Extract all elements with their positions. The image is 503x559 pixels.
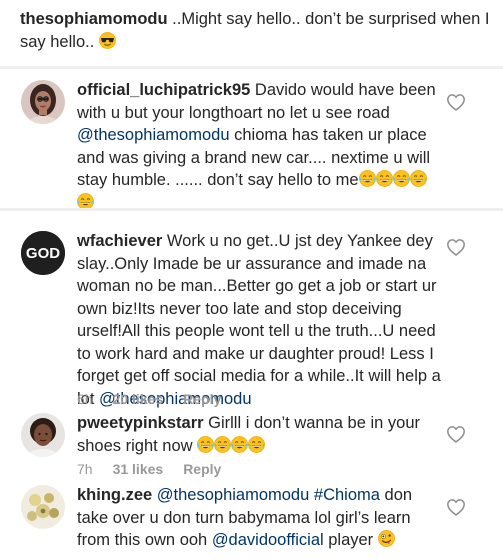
comment-time: 7h <box>77 461 93 477</box>
tears-of-joy-emoji-icon <box>375 170 393 187</box>
comment-item: pweetypinkstarr Girlll i don’t wanna be … <box>0 405 503 479</box>
comment-meta: 7h 31 likes Reply <box>77 461 241 477</box>
avatar[interactable] <box>21 413 65 457</box>
mention-link[interactable]: @thesophiamomodu <box>157 486 310 504</box>
svg-text:GOD: GOD <box>26 245 60 262</box>
comment-username[interactable]: official_luchipatrick95 <box>77 81 250 99</box>
avatar[interactable]: GOD <box>21 231 65 275</box>
tears-of-joy-emoji-icon <box>77 192 94 210</box>
comment-username[interactable]: wfachiever <box>77 232 162 250</box>
hashtag-link[interactable]: #Chioma <box>314 486 380 504</box>
mention-link[interactable]: @davidoofficial <box>212 531 324 549</box>
mention-link[interactable]: @thesophiamomodu <box>77 126 230 144</box>
comment-item: official_luchipatrick95 Davido would hav… <box>0 69 503 210</box>
comment-username[interactable]: khing.zee <box>77 486 152 504</box>
comment-username[interactable]: pweetypinkstarr <box>77 414 204 432</box>
sunglasses-emoji-icon <box>98 32 116 49</box>
comment-text: official_luchipatrick95 Davido would hav… <box>77 79 442 214</box>
like-heart-icon[interactable] <box>447 239 465 256</box>
like-heart-icon[interactable] <box>447 94 465 111</box>
comment-text: wfachiever Work u no get..U jst dey Yank… <box>77 230 442 410</box>
tears-of-joy-emoji-icon <box>214 435 232 453</box>
like-heart-icon[interactable] <box>447 499 465 516</box>
avatar[interactable] <box>21 485 65 529</box>
tears-of-joy-emoji-icon <box>358 170 376 187</box>
comment-text: khing.zee @thesophiamomodu #Chioma don t… <box>77 484 442 552</box>
comment-body: player <box>323 531 378 549</box>
comment-body: Work u no get..U jst dey Yankee dey slay… <box>77 232 441 408</box>
comment-text: pweetypinkstarr Girlll i don’t wanna be … <box>77 412 442 457</box>
tears-of-joy-emoji-icon <box>231 435 249 453</box>
tears-of-joy-emoji-icon <box>248 435 266 453</box>
zany-face-emoji-icon <box>377 530 395 547</box>
tears-of-joy-emoji-icon <box>197 435 215 453</box>
caption-username[interactable]: thesophiamomodu <box>20 10 168 28</box>
caption-block: thesophiamomodu ..Might say hello.. don’… <box>0 0 503 60</box>
reply-button[interactable]: Reply <box>183 461 221 477</box>
comment-item: GOD wfachiever Work u no get..U jst dey … <box>0 211 503 408</box>
likes-count[interactable]: 31 likes <box>113 461 164 477</box>
tears-of-joy-emoji-icon <box>409 170 427 187</box>
like-heart-icon[interactable] <box>447 426 465 443</box>
avatar[interactable] <box>21 80 65 124</box>
caption-text: thesophiamomodu ..Might say hello.. don’… <box>20 8 490 54</box>
comment-item: khing.zee @thesophiamomodu #Chioma don t… <box>0 481 503 559</box>
tears-of-joy-emoji-icon <box>392 170 410 187</box>
